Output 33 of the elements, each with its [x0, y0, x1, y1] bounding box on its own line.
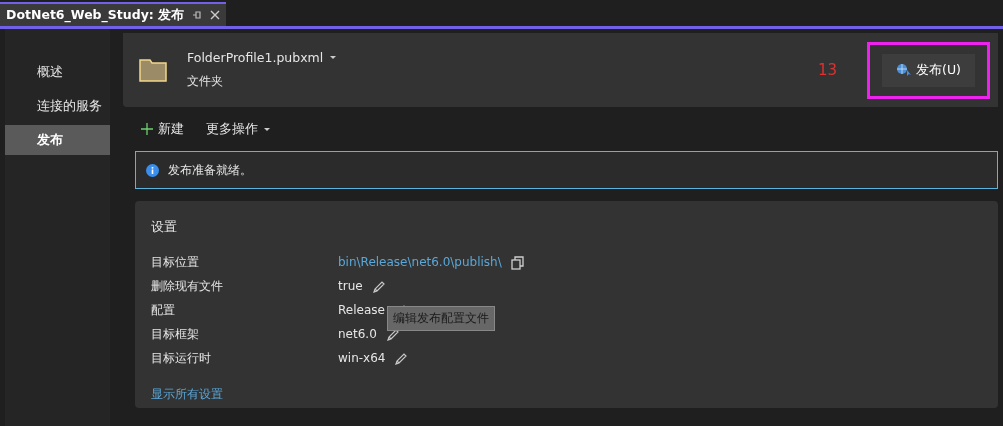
setting-value: Release [338, 303, 385, 317]
setting-value: net6.0 [338, 327, 377, 341]
settings-title: 设置 [151, 219, 178, 236]
setting-label: 配置 [151, 301, 176, 319]
show-all-settings-link[interactable]: 显示所有设置 [151, 386, 223, 403]
new-button[interactable]: 新建 [141, 120, 184, 138]
info-message: 发布准备就绪。 [168, 161, 252, 179]
globe-icon [896, 63, 913, 77]
sidebar-item[interactable]: 概述 [5, 57, 110, 87]
tooltip: 编辑发布配置文件 [387, 306, 495, 331]
setting-link[interactable]: bin\Release\net6.0\publish\ [338, 255, 502, 269]
setting-value: true [338, 279, 363, 293]
profile-name[interactable]: FolderProfile1.pubxml [187, 50, 324, 65]
profile-type: 文件夹 [187, 73, 224, 90]
close-icon[interactable] [210, 10, 221, 20]
info-icon [146, 163, 159, 177]
folder-icon [139, 58, 167, 82]
setting-label: 目标位置 [151, 253, 200, 271]
publish-button[interactable]: 发布(U) [882, 53, 975, 87]
setting-label: 目标运行时 [151, 349, 212, 367]
sidebar-item[interactable]: 发布 [5, 125, 110, 155]
more-actions-button[interactable]: 更多操作 [206, 120, 271, 138]
annotation-number: 13 [818, 61, 838, 79]
pin-icon[interactable] [192, 10, 203, 20]
caret-icon[interactable] [329, 55, 338, 60]
setting-label: 目标框架 [151, 325, 200, 343]
document-tab[interactable]: DotNet6_Web_Study: 发布 [0, 2, 227, 26]
copy-icon[interactable] [509, 254, 525, 270]
caret-icon [263, 126, 271, 132]
setting-value: win-x64 [338, 351, 386, 365]
plus-icon [141, 123, 153, 135]
setting-label: 删除现有文件 [151, 277, 224, 295]
sidebar-item[interactable]: 连接的服务 [5, 91, 110, 121]
